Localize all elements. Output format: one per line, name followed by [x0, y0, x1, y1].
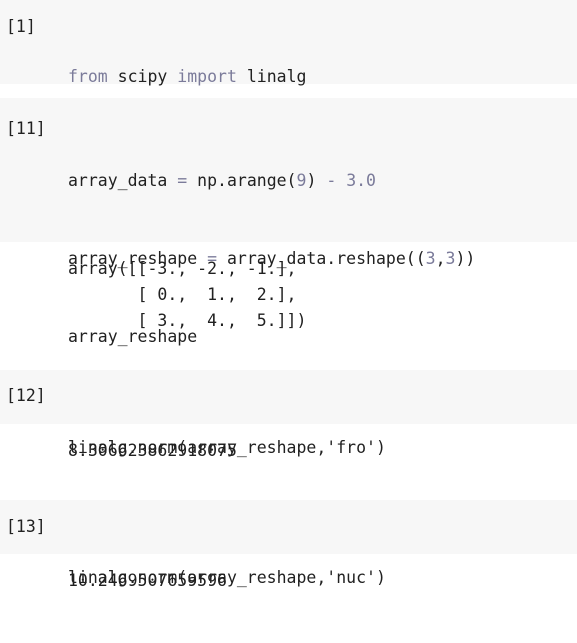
code-token: 'nuc' [326, 568, 376, 587]
cell-output: 8.306623862918075 [68, 441, 237, 460]
code-line: array_data = np.arange(9) - 3.0 [68, 168, 475, 194]
code-token: 3.0 [346, 171, 376, 190]
code-token: linalg [236, 67, 307, 86]
code-token: )) [455, 249, 476, 268]
cell-output: array([[-3., -2., -1.], [ 0., 1., 2.], [… [68, 259, 307, 330]
cell-prompt: [11] [6, 119, 46, 138]
cell-output: 10.2469507659596 [68, 571, 227, 590]
code-token: - [326, 171, 337, 190]
code-token: 9 [296, 171, 307, 190]
cell-prompt: [1] [6, 17, 36, 36]
code-token: = [177, 171, 188, 190]
cell-prompt: [13] [6, 517, 46, 536]
code-token: ) [375, 438, 386, 457]
code-token: ) [306, 171, 327, 190]
code-token: np.arange( [187, 171, 297, 190]
code-token: import [177, 67, 237, 86]
code-cell-11[interactable]: [11] array_data = np.arange(9) - 3.0 arr… [0, 98, 577, 346]
code-token: 'fro' [326, 438, 376, 457]
code-cell-12[interactable]: [12] linalg.norm(array_reshape,'fro') [0, 370, 577, 457]
code-token: array_data [68, 171, 178, 190]
code-line: from scipy import linalg [68, 64, 306, 90]
code-token: , [435, 249, 446, 268]
code-token: from [68, 67, 108, 86]
code-cell-13[interactable]: [13] linalg.norm(array_reshape,'nuc') [0, 500, 577, 587]
code-token: 3 [425, 249, 436, 268]
code-token: scipy [107, 67, 178, 86]
code-cell-1[interactable]: [1] from scipy import linalg import nump… [0, 0, 577, 164]
code-token: 3 [445, 249, 456, 268]
cell-prompt: [12] [6, 386, 46, 405]
code-token: ) [375, 568, 386, 587]
